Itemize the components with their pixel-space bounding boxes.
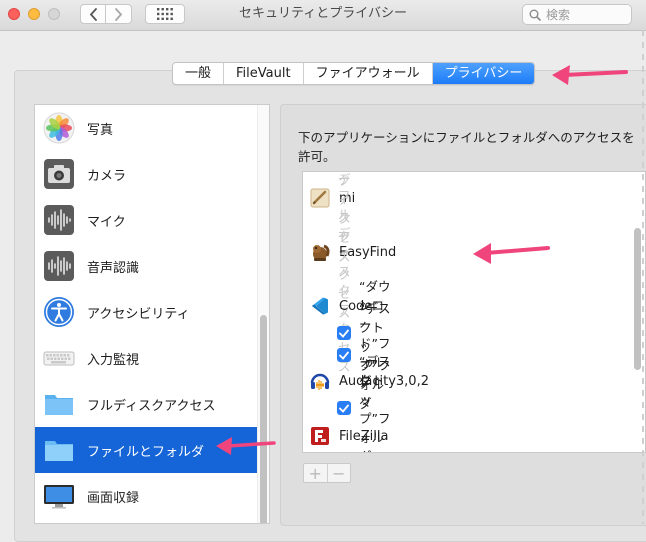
close-window-button[interactable] <box>8 8 20 20</box>
app-list[interactable]: フルディスクアクセス mi フルディスクアクセス EasyFind フルディスク… <box>302 171 646 453</box>
sidebar-item-microphone[interactable]: マイク <box>35 197 257 243</box>
annotation-arrow-icon <box>552 65 628 85</box>
chevron-right-icon <box>115 7 123 21</box>
sidebar-item-input-monitoring[interactable]: 入力監視 <box>35 335 257 381</box>
audacity-app-icon <box>310 373 330 390</box>
filezilla-app-icon <box>311 427 329 445</box>
photos-icon <box>43 112 75 144</box>
camera-icon <box>44 159 74 189</box>
keyboard-icon <box>43 351 75 366</box>
accessibility-icon <box>44 297 74 327</box>
annotation-arrow-icon <box>473 243 550 264</box>
sidebar-item-label: ファイルとフォルダ <box>87 444 205 460</box>
sidebar-item-accessibility[interactable]: アクセシビリティ <box>35 289 257 335</box>
sidebar-item-full-disk-access[interactable]: フルディスクアクセス <box>35 381 257 427</box>
sidebar-item-label: 写真 <box>87 122 114 138</box>
checkmark-icon <box>339 329 349 338</box>
tab-privacy[interactable]: プライバシー <box>432 63 535 84</box>
microphone-icon <box>44 205 74 235</box>
sidebar-item-speech-recognition[interactable]: 音声認識 <box>35 243 257 289</box>
grid-icon <box>157 8 173 20</box>
tab-firewall[interactable]: ファイアウォール <box>304 63 433 84</box>
sidebar-item-label: 音声認識 <box>87 260 140 276</box>
show-all-button[interactable] <box>145 4 185 24</box>
mi-app-icon <box>310 188 330 208</box>
display-icon <box>44 485 74 509</box>
tab-bar: 一般 FileVault ファイアウォール プライバシー <box>172 62 536 85</box>
sidebar-item-label: アクセシビリティ <box>87 306 190 322</box>
privacy-category-list: 写真 カメラ マイク 音声認識 アクセシビリティ 入力監視 フルディスクアクセス… <box>34 104 270 524</box>
app-name: FileZilla <box>339 428 389 444</box>
add-remove-control: + − <box>303 463 351 483</box>
checkmark-icon <box>339 404 349 413</box>
annotation-arrow-icon <box>216 437 276 455</box>
search-field[interactable]: 検索 <box>522 4 632 25</box>
tab-filevault[interactable]: FileVault <box>224 63 304 84</box>
sidebar-item-label: フルディスクアクセス <box>87 398 216 414</box>
sidebar-item-photos[interactable]: 写真 <box>35 105 257 151</box>
tab-general[interactable]: 一般 <box>173 63 225 84</box>
search-icon <box>529 9 541 21</box>
checkmark-icon <box>339 351 349 360</box>
minimize-window-button[interactable] <box>28 8 40 20</box>
panel-description: 下のアプリケーションにファイルとフォルダへのアクセスを許可。 <box>298 130 635 164</box>
folder-icon <box>45 441 73 461</box>
sidebar-item-label: 画面収録 <box>87 490 140 506</box>
remove-app-button[interactable]: − <box>328 464 351 483</box>
folder-access-checkbox[interactable] <box>337 401 351 415</box>
speech-recognition-icon <box>44 251 74 281</box>
sidebar-item-label: カメラ <box>87 168 127 184</box>
section-label: フルディスクアクセス <box>338 188 351 374</box>
folder-access-checkbox[interactable] <box>337 326 351 340</box>
back-button[interactable] <box>80 4 106 24</box>
sidebar-scrollbar-thumb[interactable] <box>260 315 267 523</box>
zoom-window-button[interactable] <box>48 8 60 20</box>
forward-button[interactable] <box>106 4 132 24</box>
folder-access-checkbox[interactable] <box>337 348 351 362</box>
search-placeholder: 検索 <box>546 8 571 22</box>
sidebar-item-screen-recording[interactable]: 画面収録 <box>35 473 257 519</box>
app-list-scrollbar-thumb[interactable] <box>634 228 641 370</box>
sidebar-item-camera[interactable]: カメラ <box>35 151 257 197</box>
sidebar-item-label: 入力監視 <box>87 352 140 368</box>
folder-icon <box>45 395 73 415</box>
vscode-app-icon <box>312 297 328 315</box>
chevron-left-icon <box>89 7 97 21</box>
sidebar-item-label: マイク <box>87 214 126 230</box>
easyfind-app-icon <box>313 244 330 261</box>
title-bar: セキュリティとプライバシー 検索 <box>0 0 646 31</box>
window-edge-divider <box>642 30 644 524</box>
add-app-button[interactable]: + <box>304 464 328 483</box>
